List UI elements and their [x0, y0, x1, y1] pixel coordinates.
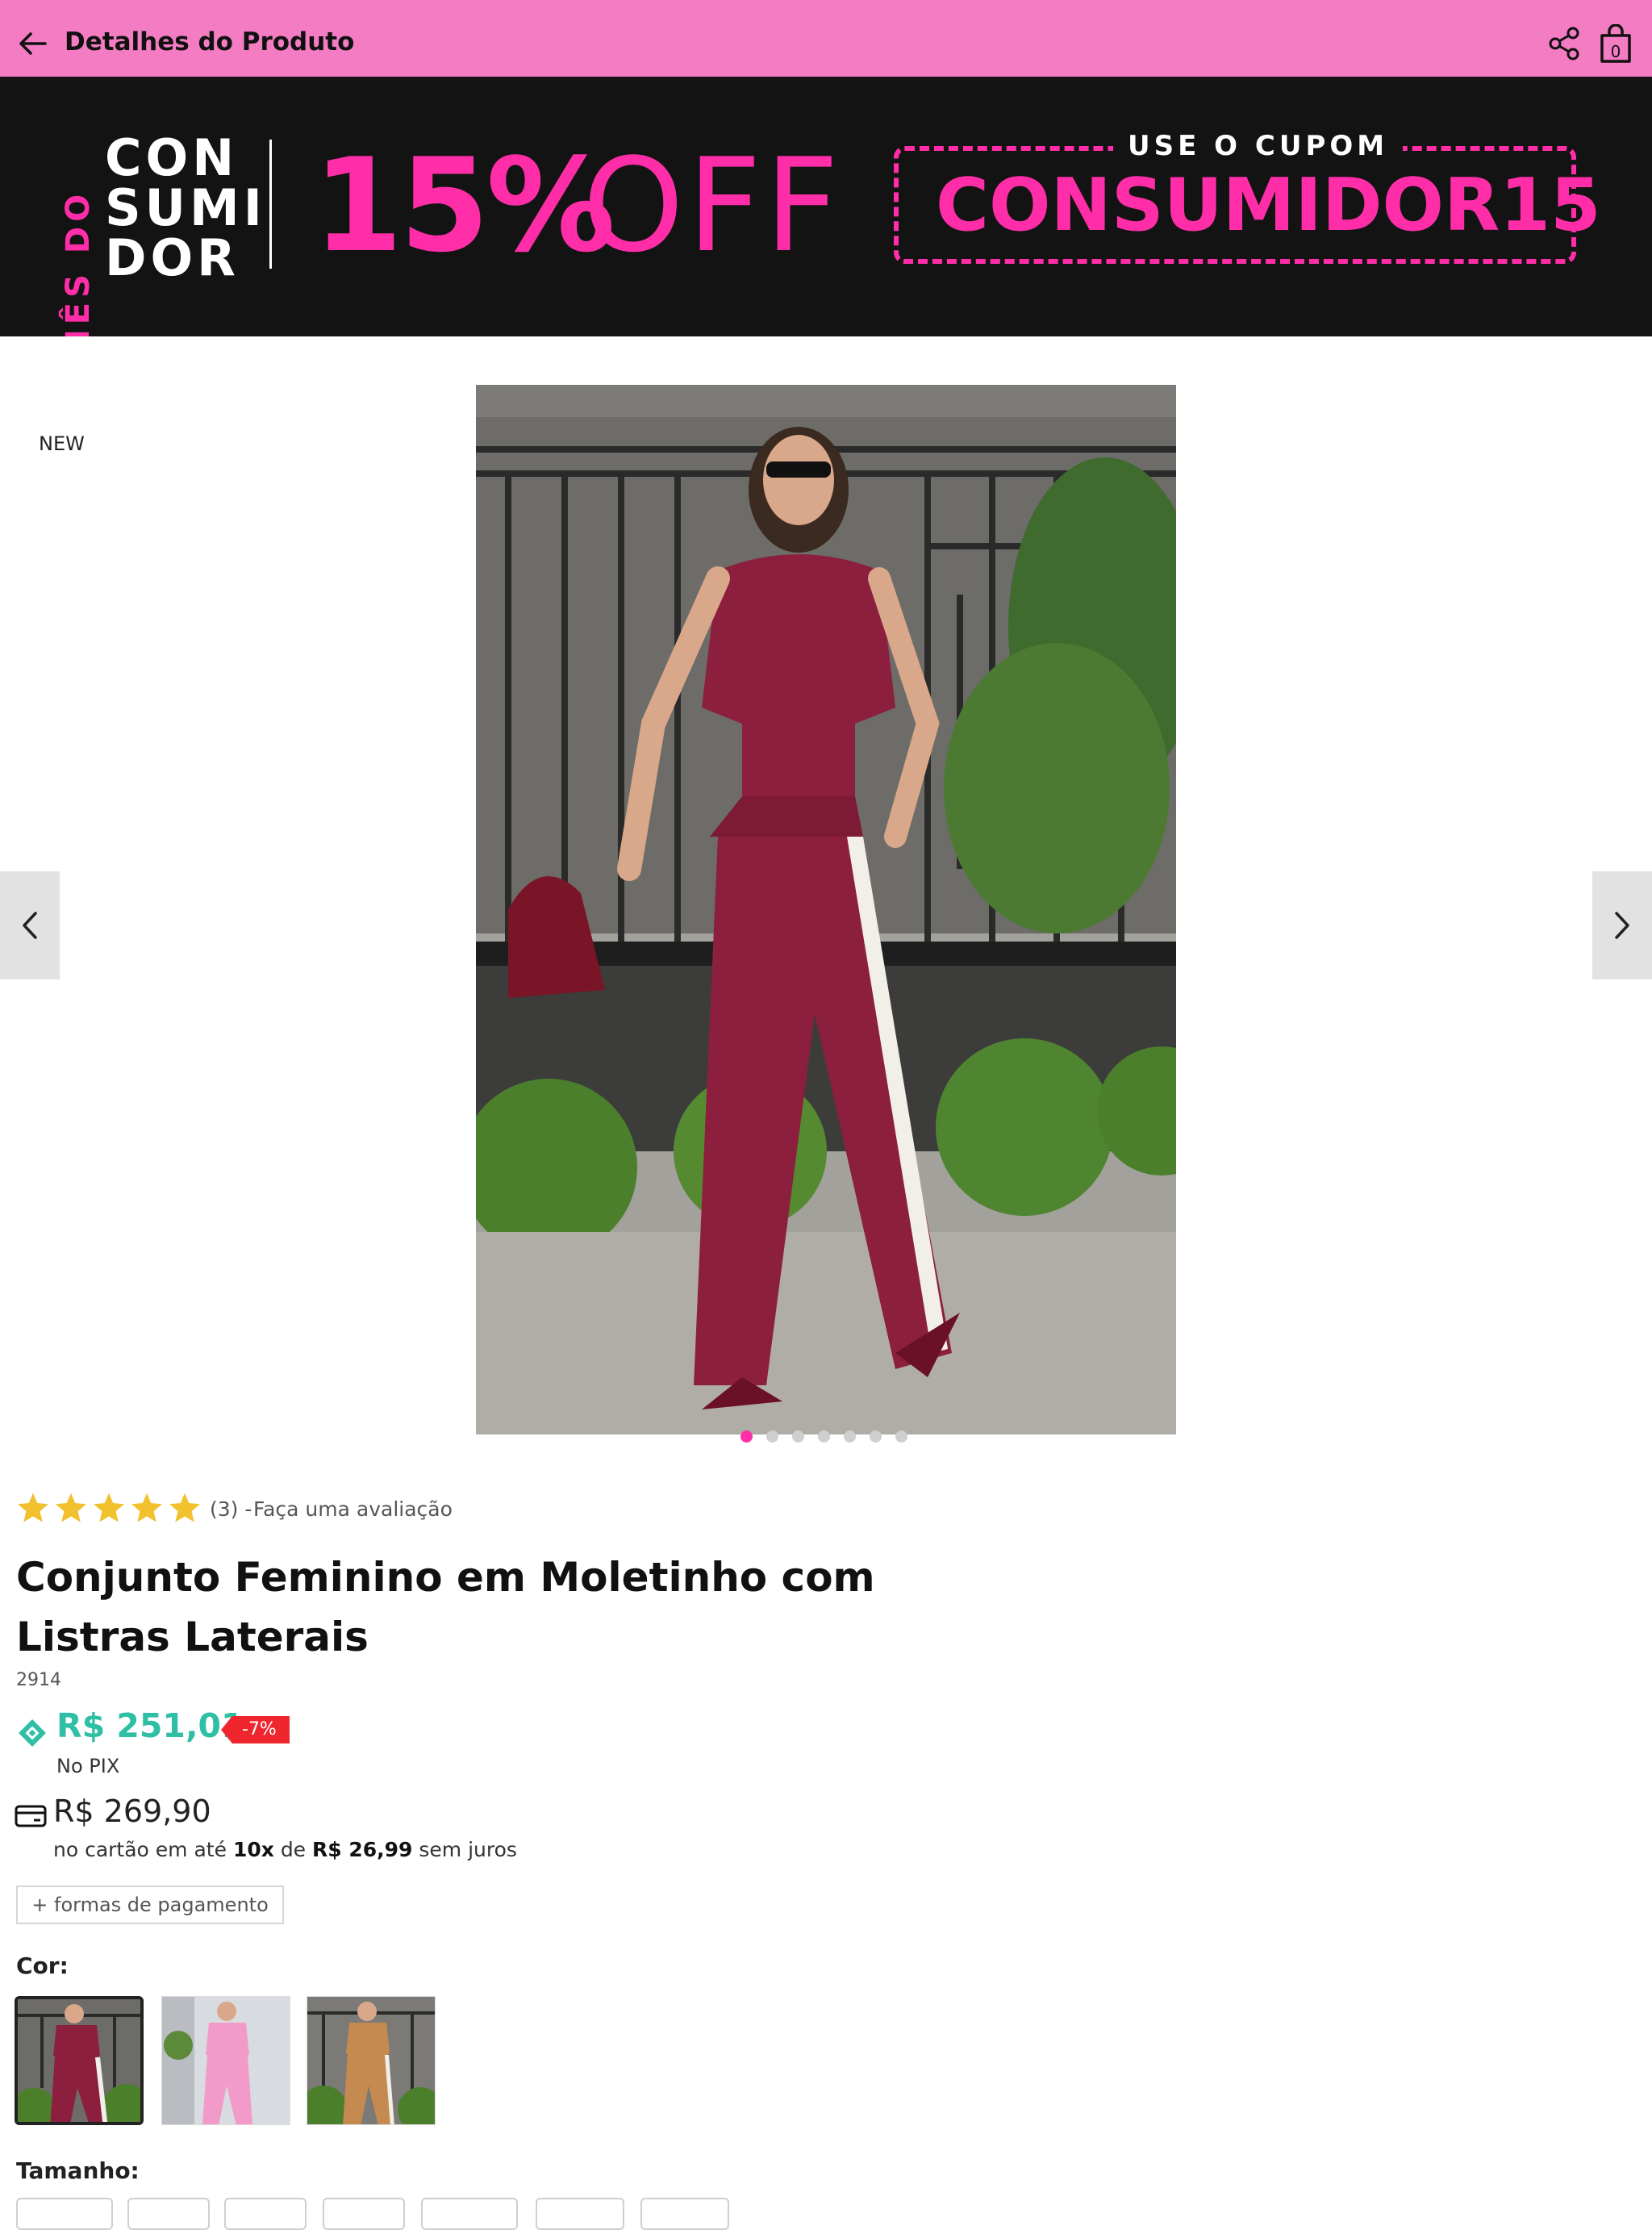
- promo-banner[interactable]: MÊS DO CON SUMI DOR 15% OFF USE O CUPOM …: [0, 77, 1652, 336]
- top-app-bar: Detalhes do Produto 0: [0, 0, 1652, 77]
- star-icon: [18, 1493, 48, 1522]
- gallery-dot[interactable]: [895, 1430, 907, 1443]
- swatch-thumbnail: [162, 1997, 290, 2124]
- gallery-dot[interactable]: [870, 1430, 882, 1443]
- size-chip[interactable]: [323, 2198, 405, 2230]
- pix-price: R$ 251,01: [56, 1706, 244, 1745]
- size-chip[interactable]: [640, 2198, 729, 2230]
- color-swatch-vinho[interactable]: [15, 1996, 144, 2125]
- chevron-left-icon: [23, 912, 37, 939]
- star-icon: [94, 1493, 124, 1522]
- payment-methods-button[interactable]: + formas de pagamento: [16, 1885, 284, 1924]
- banner-side-text: MÊS DO: [60, 189, 97, 336]
- page-title: Detalhes do Produto: [65, 27, 355, 56]
- banner-line-3: DOR: [105, 228, 240, 287]
- gallery-dot[interactable]: [844, 1430, 856, 1443]
- credit-card-icon: [15, 1805, 47, 1827]
- use-coupon-text: USE O CUPOM: [1113, 130, 1404, 162]
- installments-count: 10x: [232, 1838, 274, 1861]
- coupon-code: CONSUMIDOR15: [936, 163, 1601, 248]
- size-chip[interactable]: [16, 2198, 113, 2230]
- product-photo-illustration: [476, 385, 1176, 1434]
- size-chip[interactable]: [224, 2198, 307, 2230]
- banner-line-1: CON: [105, 128, 239, 187]
- star-icon: [169, 1493, 200, 1522]
- color-swatch-caramelo[interactable]: [307, 1996, 436, 2125]
- arrow-left-icon[interactable]: [15, 26, 50, 61]
- discount-badge: -7%: [221, 1716, 290, 1743]
- gallery-prev-button[interactable]: [0, 871, 60, 979]
- installment-value: R$ 26,99: [312, 1838, 413, 1861]
- size-chip[interactable]: [536, 2198, 624, 2230]
- installments-mid: de: [280, 1838, 307, 1861]
- banner-divider: [269, 140, 272, 269]
- pix-icon: [19, 1719, 46, 1747]
- swatch-thumbnail: [307, 1997, 435, 2124]
- banner-percent: 15%: [313, 130, 615, 281]
- color-label: Cor:: [16, 1952, 69, 1979]
- share-icon[interactable]: [1547, 26, 1583, 61]
- rating-count: (3) -: [210, 1497, 252, 1521]
- gallery-dot[interactable]: [818, 1430, 830, 1443]
- swatch-thumbnail: [18, 1999, 140, 2122]
- chevron-right-icon: [1615, 912, 1629, 939]
- pix-label: No PIX: [56, 1755, 120, 1777]
- star-icon: [131, 1493, 162, 1522]
- installments-text: no cartão em até 10x de R$ 26,99 sem jur…: [53, 1838, 517, 1861]
- installments-prefix: no cartão em até: [53, 1838, 227, 1861]
- installments-suffix: sem juros: [419, 1838, 517, 1861]
- size-label: Tamanho:: [16, 2157, 140, 2184]
- write-review-link[interactable]: Faça uma avaliação: [253, 1497, 453, 1521]
- new-badge: NEW: [39, 432, 85, 455]
- shopping-bag-icon[interactable]: 0: [1597, 24, 1634, 65]
- gallery-next-button[interactable]: [1592, 871, 1652, 979]
- gallery-dot[interactable]: [792, 1430, 804, 1443]
- size-chip[interactable]: [127, 2198, 210, 2230]
- product-sku: 2914: [16, 1670, 61, 1690]
- banner-consumidor-text: CON SUMI DOR: [105, 133, 266, 283]
- product-title: Conjunto Feminino em Moletinho com Listr…: [16, 1554, 875, 1660]
- size-chip[interactable]: [421, 2198, 518, 2230]
- banner-line-2: SUMI: [105, 178, 266, 237]
- cart-count: 0: [1611, 42, 1621, 61]
- product-image[interactable]: [476, 385, 1176, 1434]
- star-icon: [56, 1493, 86, 1522]
- banner-off: OFF: [582, 130, 842, 281]
- gallery-dot[interactable]: [766, 1430, 778, 1443]
- color-swatch-rosa[interactable]: [161, 1996, 290, 2125]
- card-price: R$ 269,90: [53, 1794, 211, 1829]
- gallery-dot[interactable]: [740, 1430, 753, 1443]
